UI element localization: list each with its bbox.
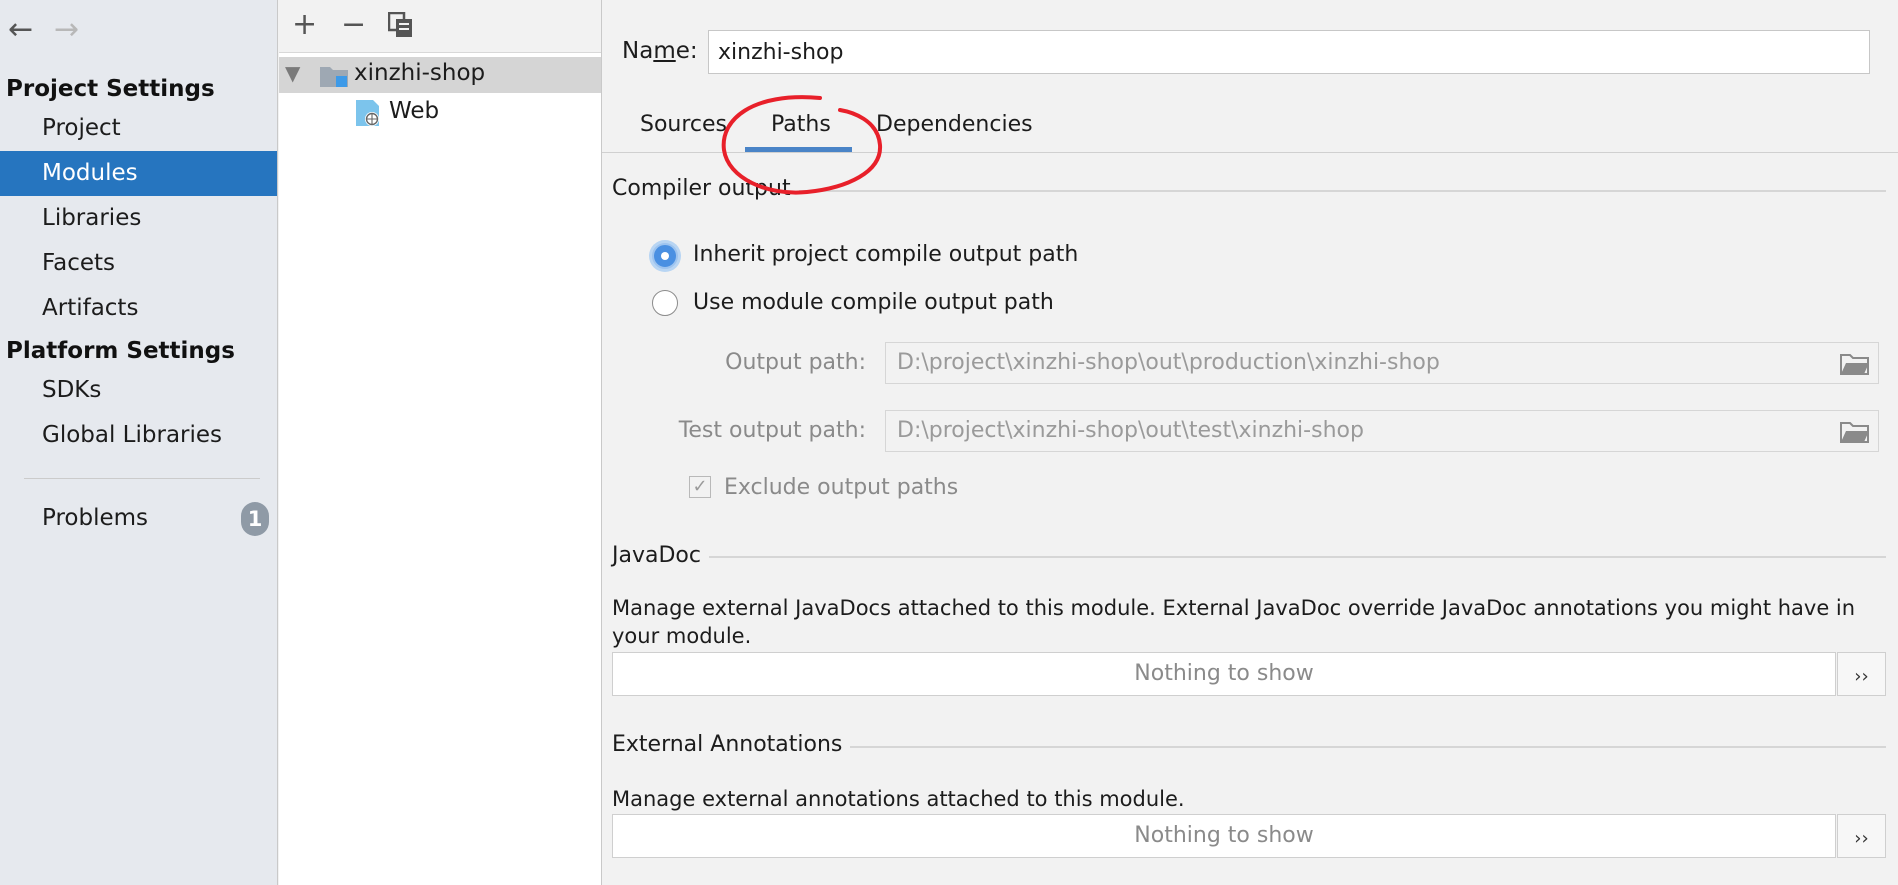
test-output-path-label: Test output path:: [678, 418, 866, 443]
sidebar-item-facets[interactable]: Facets: [0, 241, 277, 286]
folder-browse-icon[interactable]: [1840, 353, 1870, 375]
sidebar-item-problems[interactable]: Problems: [0, 496, 277, 541]
sidebar-item-global-libraries[interactable]: Global Libraries: [0, 413, 277, 458]
exclude-output-paths-checkbox[interactable]: ✓: [689, 476, 711, 498]
external-annotations-more-button[interactable]: ››: [1837, 814, 1886, 858]
javadoc-more-button[interactable]: ››: [1837, 652, 1886, 696]
module-output-path-label[interactable]: Use module compile output path: [693, 290, 1054, 315]
module-tree-toolbar: + −: [279, 0, 601, 53]
test-output-path-field[interactable]: D:\project\xinzhi-shop\out\test\xinzhi-s…: [885, 410, 1879, 452]
radio-selected-dot: [661, 252, 669, 260]
output-path-label: Output path:: [725, 350, 866, 375]
tab-paths[interactable]: Paths: [771, 112, 831, 137]
tree-node-label: xinzhi-shop: [354, 60, 486, 86]
web-facet-icon: [356, 100, 379, 126]
section-project-settings: Project Settings: [6, 76, 215, 102]
module-details-panel: Name: Sources Paths Dependencies Compile…: [602, 0, 1898, 885]
javadoc-title: JavaDoc: [612, 543, 709, 568]
module-tree-panel: + − ▼ xinzhi-shop Web: [279, 0, 602, 885]
external-annotations-description: Manage external annotations attached to …: [612, 787, 1185, 811]
module-output-path-radio[interactable]: [652, 290, 678, 316]
javadoc-separator: [612, 556, 1886, 558]
module-folder-icon: [320, 67, 348, 87]
remove-icon[interactable]: −: [341, 8, 366, 42]
tree-node-label: Web: [389, 98, 440, 124]
inherit-output-path-label[interactable]: Inherit project compile output path: [693, 242, 1078, 267]
sidebar-item-sdks[interactable]: SDKs: [0, 368, 277, 413]
external-annotations-list[interactable]: Nothing to show: [612, 814, 1836, 858]
problems-count-badge: 1: [241, 502, 269, 536]
output-path-field[interactable]: D:\project\xinzhi-shop\out\production\xi…: [885, 342, 1879, 384]
compiler-output-separator: [612, 190, 1886, 192]
output-path-value: D:\project\xinzhi-shop\out\production\xi…: [897, 350, 1440, 375]
compiler-output-title: Compiler output: [612, 176, 799, 201]
tabs-divider: [602, 152, 1898, 153]
tree-node-xinzhi-shop[interactable]: ▼ xinzhi-shop: [279, 57, 601, 93]
test-output-path-value: D:\project\xinzhi-shop\out\test\xinzhi-s…: [897, 418, 1364, 443]
sidebar-item-artifacts[interactable]: Artifacts: [0, 286, 277, 331]
arrow-right-icon[interactable]: →: [54, 14, 79, 46]
tab-sources[interactable]: Sources: [640, 112, 727, 137]
sidebar-divider: [24, 478, 260, 479]
external-annotations-title: External Annotations: [612, 732, 851, 757]
sidebar-item-libraries[interactable]: Libraries: [0, 196, 277, 241]
inherit-output-path-radio[interactable]: [652, 243, 678, 269]
name-label: Name:: [622, 38, 698, 64]
module-name-input[interactable]: [708, 30, 1870, 74]
sidebar-item-project[interactable]: Project: [0, 106, 277, 151]
add-icon[interactable]: +: [292, 8, 317, 42]
javadoc-description: Manage external JavaDocs attached to thi…: [612, 596, 1856, 648]
section-platform-settings: Platform Settings: [6, 338, 235, 364]
tree-expand-arrow-icon[interactable]: ▼: [285, 61, 300, 85]
copy-icon[interactable]: [387, 11, 414, 46]
javadoc-list[interactable]: Nothing to show: [612, 652, 1836, 696]
arrow-left-icon[interactable]: ←: [8, 14, 33, 46]
sidebar-item-modules[interactable]: Modules: [0, 151, 277, 196]
folder-browse-icon[interactable]: [1840, 421, 1870, 443]
exclude-output-paths-label[interactable]: Exclude output paths: [724, 475, 958, 500]
settings-sidebar: ← → Project Settings Project Modules Lib…: [0, 0, 278, 885]
tab-dependencies[interactable]: Dependencies: [876, 112, 1033, 137]
